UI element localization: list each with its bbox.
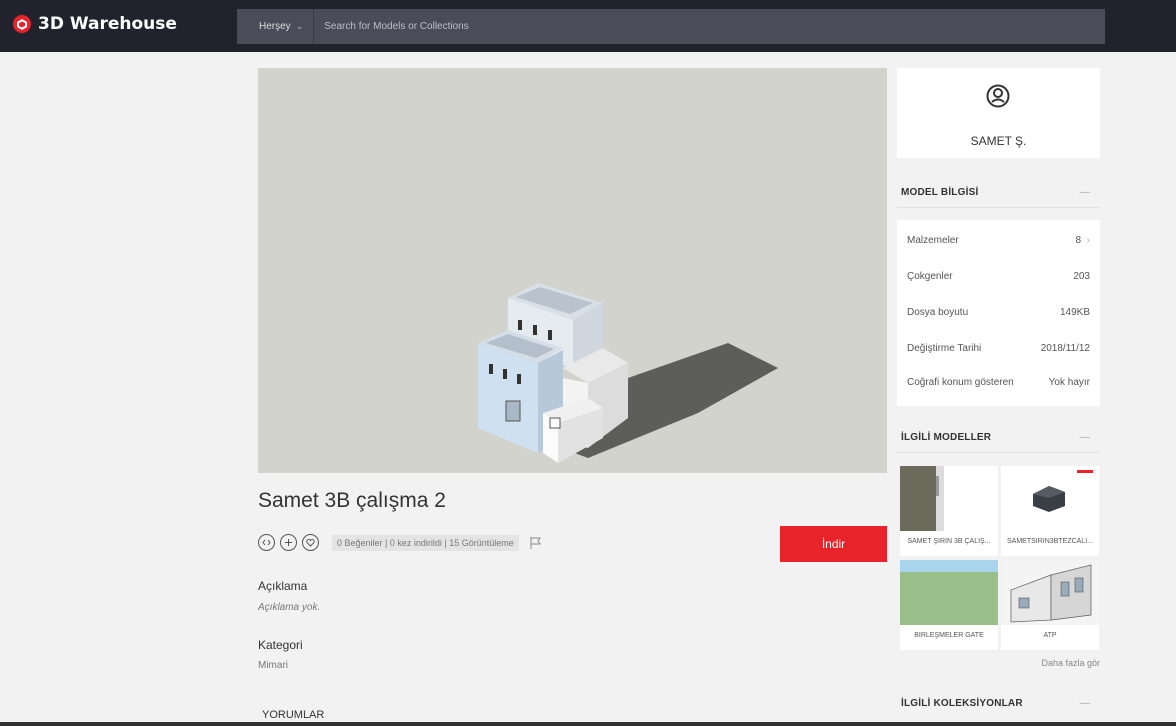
model-viewer[interactable] xyxy=(258,68,887,473)
info-row-geolocation: Coğrafi konum gösteren Yok hayır xyxy=(907,377,1090,388)
model-title: Samet 3B çalışma 2 xyxy=(258,489,446,512)
related-model-card[interactable]: ATP xyxy=(1001,560,1099,650)
related-model-caption: SAMET ŞİRİN 3B ÇALIŞ... xyxy=(907,538,991,545)
search-bar: Herşey ⌄ xyxy=(237,9,1105,44)
related-collections-title: İLGİLİ KOLEKSİYONLAR xyxy=(901,698,1023,709)
author-name: SAMET Ş. xyxy=(970,134,1027,148)
search-scope-dropdown[interactable]: Herşey ⌄ xyxy=(237,9,315,44)
bottom-border xyxy=(0,722,1176,726)
description-label: Açıklama xyxy=(258,579,308,593)
related-model-card[interactable]: BİRLEŞMELER GATE xyxy=(900,560,998,650)
warehouse-logo-icon xyxy=(13,15,31,33)
search-scope-label: Herşey xyxy=(259,21,291,32)
like-icon[interactable] xyxy=(302,534,319,551)
info-row-materials[interactable]: Malzemeler 8 › xyxy=(907,235,1090,246)
info-label: Değiştirme Tarihi xyxy=(907,343,982,354)
chevron-right-icon: › xyxy=(1086,235,1090,246)
model-preview-image xyxy=(478,283,778,463)
download-button[interactable]: İndir xyxy=(780,526,887,562)
see-more-link[interactable]: Daha fazla gör xyxy=(1041,658,1100,668)
model-actions: 0 Beğeniler | 0 kez indirildi | 15 Görün… xyxy=(258,534,543,551)
related-model-caption: SAMETSIRIN3BTEZCALI... xyxy=(1007,538,1093,545)
info-value: 149KB xyxy=(1059,307,1090,318)
related-model-card[interactable]: SAMET ŞİRİN 3B ÇALIŞ... xyxy=(900,466,998,556)
category-label: Kategori xyxy=(258,638,303,652)
description-value: Açıklama yok. xyxy=(258,602,321,613)
related-model-caption: BİRLEŞMELER GATE xyxy=(914,632,984,639)
search-input[interactable] xyxy=(314,20,1105,33)
category-value[interactable]: Mimari xyxy=(258,660,288,671)
comments-heading: YORUMLAR xyxy=(262,709,325,721)
info-value: 203 xyxy=(1073,271,1090,282)
info-label: Çokgenler xyxy=(907,271,953,282)
related-model-thumbnail xyxy=(1001,560,1099,625)
related-models-heading[interactable]: İLGİLİ MODELLER — xyxy=(901,432,1100,443)
logo[interactable]: 3D Warehouse xyxy=(12,14,177,34)
related-model-card[interactable]: SAMETSIRIN3BTEZCALI... xyxy=(1001,466,1099,556)
model-info-title: MODEL BİLGİSİ xyxy=(901,187,979,198)
info-value: 2018/11/12 xyxy=(1040,343,1090,354)
related-models-title: İLGİLİ MODELLER xyxy=(901,432,992,443)
model-info-heading[interactable]: MODEL BİLGİSİ — xyxy=(901,187,1100,198)
model-stats: 0 Beğeniler | 0 kez indirildi | 15 Görün… xyxy=(332,534,519,551)
divider xyxy=(897,207,1100,208)
related-model-thumbnail xyxy=(1001,466,1099,531)
model-info-card: Malzemeler 8 › Çokgenler 203 Dosya boyut… xyxy=(897,220,1100,406)
top-bar: 3D Warehouse Herşey ⌄ xyxy=(0,0,1176,52)
info-value: 8 › xyxy=(1075,235,1090,246)
embed-icon[interactable] xyxy=(258,534,275,551)
divider xyxy=(897,452,1100,453)
info-label: Coğrafi konum gösteren xyxy=(907,377,1014,388)
app-name: 3D Warehouse xyxy=(38,14,177,34)
info-label: Malzemeler xyxy=(907,235,959,246)
collapse-icon[interactable]: — xyxy=(1080,698,1090,709)
info-row-modified-date: Değiştirme Tarihi 2018/11/12 xyxy=(907,343,1090,354)
flag-icon[interactable] xyxy=(529,536,543,550)
related-collections-heading[interactable]: İLGİLİ KOLEKSİYONLAR — xyxy=(901,698,1100,709)
related-model-thumbnail xyxy=(900,466,998,531)
collapse-icon[interactable]: — xyxy=(1080,432,1090,443)
info-value: Yok hayır xyxy=(1048,377,1090,388)
add-icon[interactable] xyxy=(280,534,297,551)
author-card[interactable]: SAMET Ş. xyxy=(897,68,1100,158)
related-model-thumbnail xyxy=(900,560,998,625)
related-model-caption: ATP xyxy=(1043,632,1057,639)
info-label: Dosya boyutu xyxy=(907,307,969,318)
user-icon xyxy=(986,84,1010,108)
collapse-icon[interactable]: — xyxy=(1080,187,1090,198)
chevron-down-icon: ⌄ xyxy=(295,21,304,31)
info-row-file-size: Dosya boyutu 149KB xyxy=(907,307,1090,318)
info-row-polygons: Çokgenler 203 xyxy=(907,271,1090,282)
